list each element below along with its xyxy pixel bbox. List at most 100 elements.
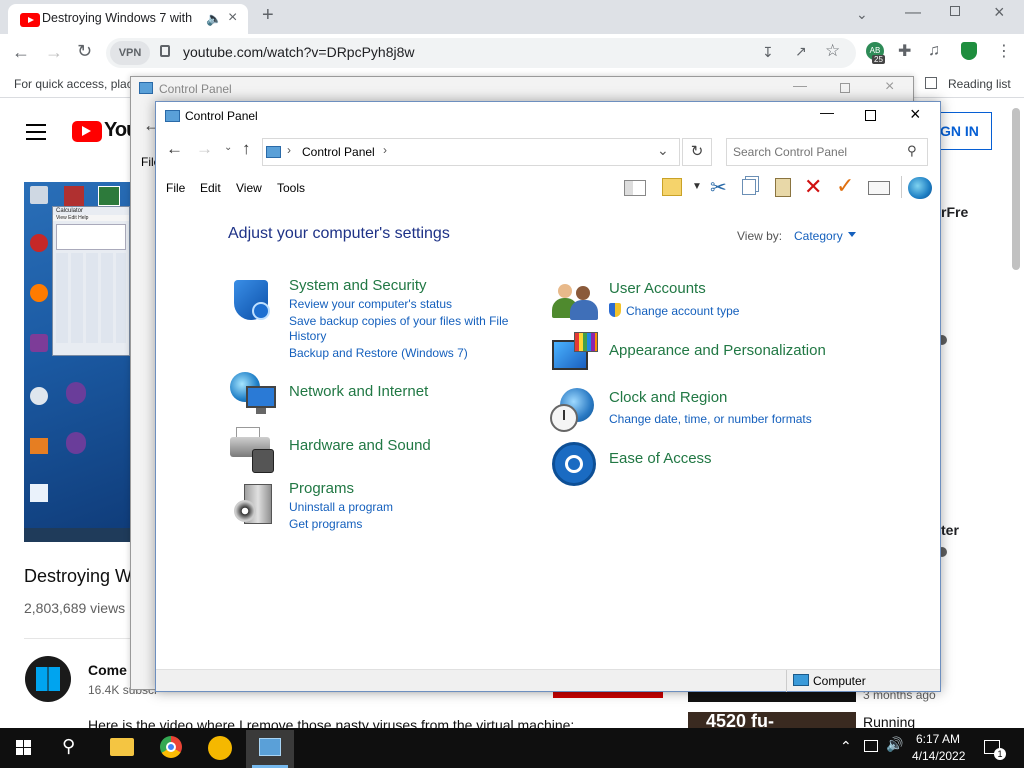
link-file-history-cont[interactable]: History — [289, 329, 326, 343]
search-icon[interactable]: ⚲ — [907, 143, 917, 159]
audio-icon[interactable]: 🔈 — [206, 11, 222, 27]
close-browser-icon[interactable]: × — [994, 2, 1005, 23]
shield-icon[interactable] — [230, 278, 274, 324]
reload-icon[interactable]: ↻ — [77, 41, 92, 62]
category-appearance[interactable]: Appearance and Personalization — [609, 342, 826, 359]
cut-icon[interactable]: ✂ — [710, 175, 727, 200]
new-tab-icon[interactable]: + — [262, 4, 274, 27]
install-icon[interactable]: ↧ — [762, 44, 774, 61]
back-icon[interactable]: ← — [12, 42, 30, 63]
close-icon[interactable]: × — [885, 78, 894, 96]
menu-file[interactable]: File — [166, 181, 185, 195]
dropdown-caret-icon[interactable] — [848, 232, 856, 237]
folder-views-icon[interactable] — [662, 178, 682, 196]
link-uninstall-program[interactable]: Uninstall a program — [289, 500, 393, 514]
vpn-browser-icon[interactable] — [208, 736, 232, 760]
category-user-accounts[interactable]: User Accounts — [609, 280, 706, 297]
link-backup-restore[interactable]: Backup and Restore (Windows 7) — [289, 346, 468, 360]
sidebar-video-title[interactable]: ter — [941, 522, 959, 538]
menu-tools[interactable]: Tools — [277, 181, 305, 195]
address-box[interactable]: › Control Panel › ⌄ — [262, 138, 680, 166]
link-change-account-type[interactable]: Change account type — [626, 304, 739, 318]
programs-icon[interactable] — [234, 482, 278, 526]
paste-icon[interactable] — [775, 178, 791, 197]
forward-icon[interactable]: → — [45, 42, 63, 63]
browser-menu-icon[interactable]: ⋮ — [996, 41, 1012, 61]
clock-time[interactable]: 6:17 AM — [916, 732, 960, 746]
address-dropdown-icon[interactable]: ⌄ — [657, 142, 669, 159]
monitor-palette-icon[interactable] — [552, 332, 598, 378]
control-panel-taskbar-icon[interactable] — [259, 738, 281, 756]
video-player[interactable]: Calculator View Edit Help — [24, 182, 132, 542]
minimize-icon[interactable]: — — [820, 104, 834, 120]
globe-network-icon[interactable] — [230, 372, 278, 418]
browser-tab[interactable]: Destroying Windows 7 with 🔈 × — [8, 4, 248, 34]
menu-view[interactable]: View — [236, 181, 262, 195]
recent-locations-icon[interactable]: ⌄ — [224, 142, 232, 153]
clock-globe-icon[interactable] — [550, 388, 596, 434]
tab-search-icon[interactable]: ⌄ — [856, 6, 868, 23]
reading-list-icon[interactable] — [925, 77, 937, 89]
share-icon[interactable]: ↗ — [795, 43, 807, 60]
breadcrumb[interactable]: Control Panel — [302, 145, 375, 159]
globe-icon[interactable] — [908, 177, 932, 199]
url-text[interactable]: youtube.com/watch?v=DRpcPyh8j8w — [183, 44, 415, 60]
show-hidden-icons-icon[interactable]: ⌃ — [840, 738, 852, 755]
up-icon[interactable]: ↑ — [242, 139, 251, 159]
category-ease-of-access[interactable]: Ease of Access — [609, 450, 712, 467]
media-control-icon[interactable]: ♫ — [928, 42, 940, 60]
users-icon[interactable] — [552, 280, 598, 322]
reading-list-button[interactable]: Reading list — [948, 77, 1011, 91]
minimize-browser-icon[interactable]: — — [905, 4, 921, 22]
restore-browser-icon[interactable] — [950, 6, 960, 16]
views-dropdown-icon[interactable]: ▼ — [692, 181, 702, 192]
minimize-icon[interactable]: — — [793, 77, 807, 93]
category-system-security[interactable]: System and Security — [289, 277, 427, 294]
link-get-programs[interactable]: Get programs — [289, 517, 362, 531]
sidebar-video-title[interactable]: rFre — [941, 204, 968, 220]
back-icon[interactable]: ← — [166, 139, 183, 159]
rename-icon[interactable] — [868, 181, 890, 195]
search-box[interactable]: ⚲ — [726, 138, 928, 166]
volume-icon[interactable]: 🔊 — [886, 736, 903, 753]
menu-edit[interactable]: Edit — [200, 181, 221, 195]
close-tab-icon[interactable]: × — [228, 9, 237, 27]
file-explorer-icon[interactable] — [110, 738, 134, 756]
category-hardware-sound[interactable]: Hardware and Sound — [289, 437, 431, 454]
window-title: Control Panel — [159, 82, 232, 96]
channel-avatar[interactable] — [25, 656, 71, 702]
copy-icon[interactable] — [742, 179, 756, 195]
category-network-internet[interactable]: Network and Internet — [289, 383, 428, 400]
extensions-puzzle-icon[interactable]: ✚ — [898, 41, 911, 61]
link-date-time-formats[interactable]: Change date, time, or number formats — [609, 412, 812, 426]
link-review-status[interactable]: Review your computer's status — [289, 297, 452, 311]
sign-in-button[interactable]: GN IN — [936, 112, 992, 150]
maximize-icon[interactable] — [840, 83, 850, 93]
category-programs[interactable]: Programs — [289, 480, 354, 497]
control-panel-window[interactable]: Control Panel — × ← → ⌄ ↑ › Control Pane… — [155, 101, 941, 692]
link-file-history[interactable]: Save backup copies of your files with Fi… — [289, 314, 508, 328]
delete-icon[interactable]: ✕ — [804, 174, 822, 200]
sidebar-thumbnail[interactable]: 4520 fu- — [688, 712, 856, 728]
hamburger-menu-icon[interactable] — [26, 124, 46, 140]
search-icon[interactable]: ⚲ — [62, 736, 75, 757]
adblock-shield-icon[interactable] — [961, 42, 977, 60]
forward-icon[interactable]: → — [196, 139, 213, 159]
lock-icon[interactable] — [160, 45, 170, 57]
properties-check-icon[interactable]: ✓ — [836, 173, 854, 199]
close-icon[interactable]: × — [910, 104, 921, 125]
layout-pane-icon[interactable] — [624, 180, 646, 196]
category-clock-region[interactable]: Clock and Region — [609, 389, 727, 406]
page-scrollbar[interactable] — [1012, 108, 1020, 270]
ease-of-access-icon[interactable] — [552, 442, 596, 486]
bookmark-star-icon[interactable]: ☆ — [825, 41, 840, 61]
maximize-icon[interactable] — [865, 110, 876, 121]
printer-icon[interactable] — [230, 427, 278, 473]
view-by-dropdown[interactable]: Category — [794, 229, 843, 243]
network-icon[interactable] — [864, 740, 878, 752]
refresh-icon[interactable]: ↻ — [682, 138, 712, 166]
clock-date[interactable]: 4/14/2022 — [912, 749, 965, 763]
search-input[interactable] — [733, 143, 898, 161]
start-button[interactable] — [16, 740, 32, 756]
vpn-badge[interactable]: VPN — [110, 41, 150, 65]
